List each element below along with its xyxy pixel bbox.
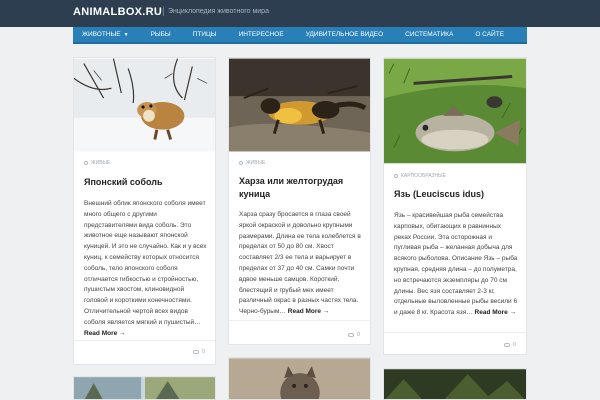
nav-item-about[interactable]: О сайте	[475, 31, 504, 38]
post-category-label: Живые	[246, 160, 266, 166]
nav-item-label: О сайте	[475, 31, 505, 38]
header-separator: |	[162, 6, 165, 17]
category-icon	[84, 161, 88, 165]
nav-item-label: Систематика	[405, 31, 454, 38]
category-icon	[239, 161, 243, 165]
comment-count[interactable]: 0	[192, 349, 205, 355]
site-header: ANIMALBOX.RU | Энциклопедия животного ми…	[0, 0, 600, 27]
post-card: Живые Японский соболь Внешний облик япон…	[73, 57, 216, 365]
nav-item-taxonomy[interactable]: Систематика	[405, 31, 453, 38]
post-thumbnail[interactable]	[384, 369, 526, 400]
nav-item-label: Птицы	[192, 31, 217, 38]
post-category-label: Карпообразные	[401, 173, 446, 179]
post-thumbnail[interactable]	[229, 58, 370, 152]
nav-item-animals[interactable]: Животные ▼	[82, 31, 129, 38]
post-thumbnail[interactable]	[229, 358, 370, 400]
nav-item-label: Удивительное видео	[305, 31, 384, 38]
nav-item-label: Рыбы	[150, 31, 171, 38]
nav-item-label: Животные	[82, 31, 121, 38]
comment-icon	[192, 350, 199, 354]
post-card	[73, 376, 216, 400]
post-category[interactable]: Живые	[239, 160, 265, 166]
post-card	[228, 357, 371, 400]
post-category[interactable]: Карпообразные	[394, 173, 446, 179]
post-excerpt-text: Харза сразу бросается в глаза своей ярко…	[239, 211, 361, 316]
nav-item-interesting[interactable]: Интересное	[239, 31, 284, 38]
post-title[interactable]: Язь (Leuciscus idus)	[394, 188, 518, 201]
card-divider	[229, 320, 370, 321]
nav-item-birds[interactable]: Птицы	[193, 31, 217, 38]
post-title[interactable]: Японский соболь	[84, 176, 207, 189]
post-category[interactable]: Живые	[84, 160, 110, 166]
site-tagline: Энциклопедия животного мира	[168, 8, 269, 15]
main-nav: Животные ▼ Рыбы Птицы Интересное Удивите…	[73, 27, 527, 44]
post-card: Карпообразные Язь (Leuciscus idus) Язь –…	[383, 57, 527, 355]
read-more-link[interactable]: Read More →	[288, 308, 330, 315]
comment-icon	[347, 333, 354, 337]
post-excerpt: Внешний облик японского соболя имеет мно…	[84, 199, 207, 339]
post-excerpt: Харза сразу бросается в глаза своей ярко…	[239, 210, 362, 318]
chevron-down-icon: ▼	[123, 31, 129, 38]
read-more-link[interactable]: Read More →	[84, 330, 126, 337]
post-excerpt-text: Внешний облик японского соболя имеет мно…	[84, 200, 207, 326]
nav-item-label: Интересное	[238, 31, 284, 38]
site-logo[interactable]: ANIMALBOX.RU	[73, 6, 162, 18]
post-excerpt-text: Язь – красивейшая рыба семейства карповы…	[394, 212, 518, 317]
card-divider	[74, 340, 215, 341]
comment-count-value: 0	[201, 349, 205, 355]
comment-count[interactable]: 0	[347, 332, 360, 338]
nav-item-fish[interactable]: Рыбы	[151, 31, 171, 38]
comment-icon	[503, 343, 510, 347]
comment-count[interactable]: 0	[503, 342, 516, 348]
post-thumbnail[interactable]	[74, 377, 215, 400]
nav-item-video[interactable]: Удивительное видео	[306, 31, 383, 38]
read-more-link[interactable]: Read More →	[475, 309, 517, 316]
post-card	[383, 368, 527, 400]
post-thumbnail[interactable]	[384, 58, 526, 164]
comment-count-value: 0	[512, 342, 516, 348]
category-icon	[394, 174, 398, 178]
post-category-label: Живые	[91, 160, 111, 166]
card-divider	[384, 332, 526, 333]
comment-count-value: 0	[356, 332, 360, 338]
post-title[interactable]: Харза или желтогрудая куница	[239, 175, 362, 200]
post-thumbnail[interactable]	[74, 58, 215, 152]
post-excerpt: Язь – красивейшая рыба семейства карповы…	[394, 211, 518, 319]
post-card: Живые Харза или желтогрудая куница Харза…	[228, 57, 371, 345]
